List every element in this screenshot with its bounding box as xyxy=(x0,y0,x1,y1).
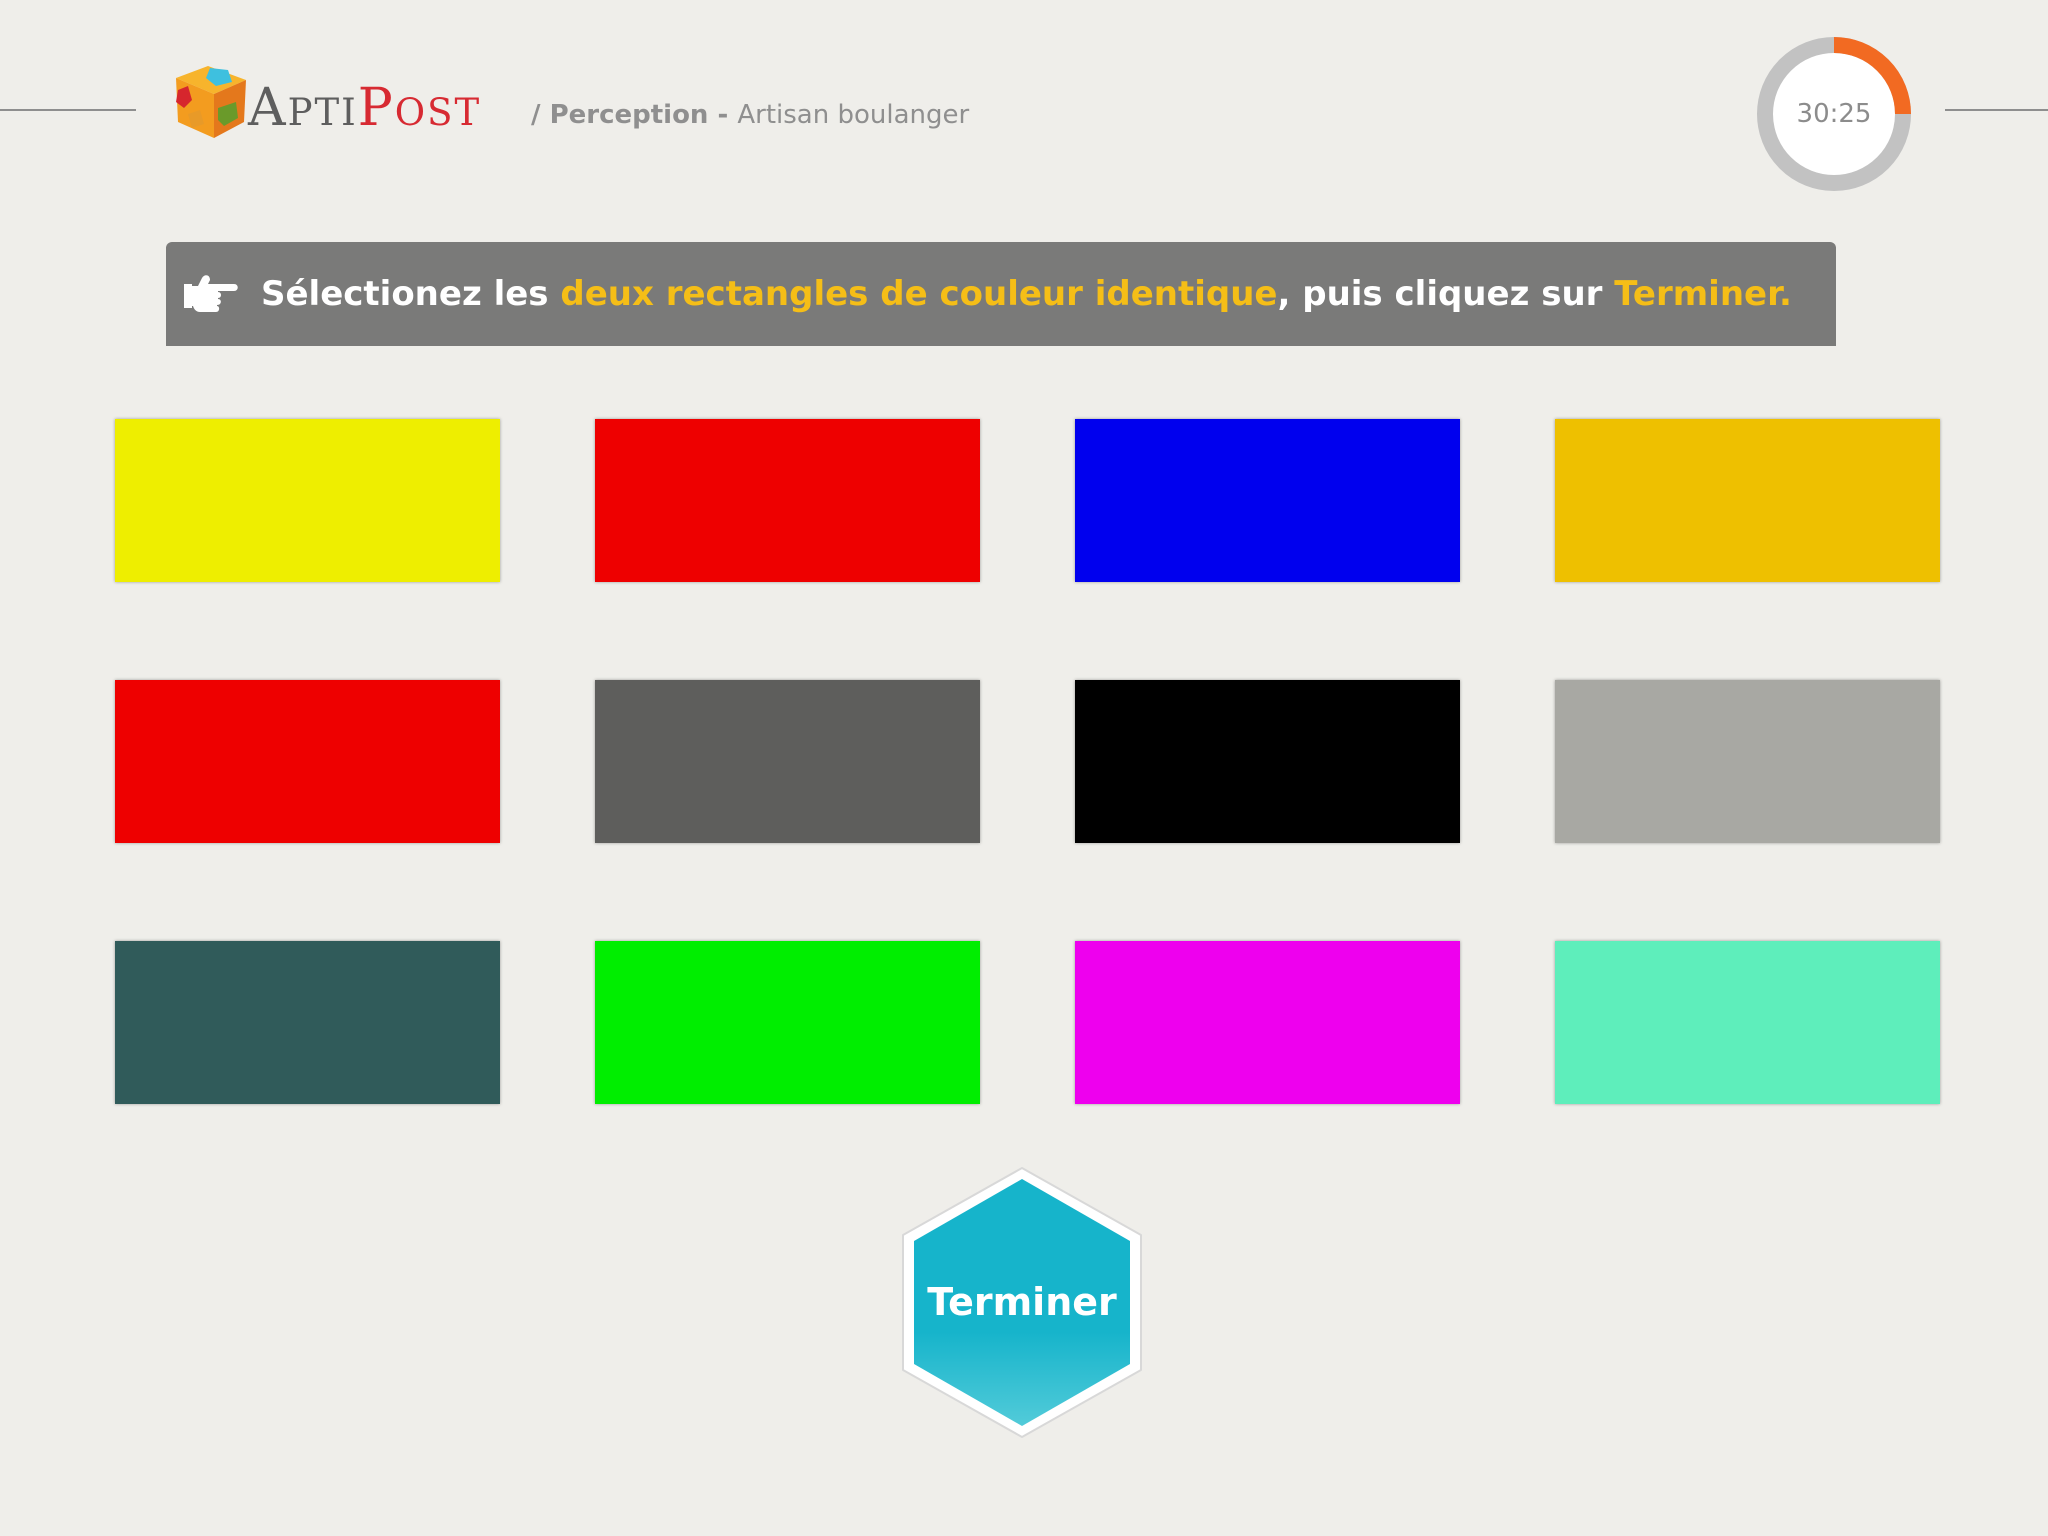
instruction-highlight: deux rectangles de couleur identique xyxy=(560,274,1278,314)
color-swatch-r1-c1[interactable] xyxy=(115,419,500,582)
color-swatch-r1-c4[interactable] xyxy=(1555,419,1940,582)
logo-wordmark: APTIPOST xyxy=(248,78,482,138)
color-swatch-r2-c1[interactable] xyxy=(115,680,500,843)
color-swatch-r2-c3[interactable] xyxy=(1075,680,1460,843)
aptipost-logo: APTIPOST xyxy=(166,56,496,142)
instruction-highlight: Terminer. xyxy=(1614,274,1792,314)
color-swatch-r1-c2[interactable] xyxy=(595,419,980,582)
breadcrumb-section: Perception xyxy=(549,100,709,130)
countdown-timer: 30:25 xyxy=(1756,36,1912,192)
color-swatch-r2-c2[interactable] xyxy=(595,680,980,843)
header-divider-right xyxy=(1945,109,2048,111)
instruction-banner: Sélectionez les deux rectangles de coule… xyxy=(166,242,1836,346)
color-swatch-r3-c3[interactable] xyxy=(1075,941,1460,1104)
color-swatch-r2-c4[interactable] xyxy=(1555,680,1940,843)
terminer-button[interactable]: Terminer xyxy=(900,1165,1144,1440)
instruction-part: Sélectionez les xyxy=(261,274,561,314)
color-swatch-r3-c2[interactable] xyxy=(595,941,980,1104)
timer-label: 30:25 xyxy=(1796,99,1872,129)
puzzle-cube-icon xyxy=(176,66,246,138)
terminer-label: Terminer xyxy=(927,1280,1117,1324)
breadcrumb: / Perception - Artisan boulanger xyxy=(531,100,970,130)
breadcrumb-page: Artisan boulanger xyxy=(737,100,970,130)
color-swatch-r3-c4[interactable] xyxy=(1555,941,1940,1104)
header-divider-left xyxy=(0,109,136,111)
instruction-text: Sélectionez les deux rectangles de coule… xyxy=(261,242,1792,346)
pointing-hand-icon xyxy=(184,275,238,312)
color-swatch-r3-c1[interactable] xyxy=(115,941,500,1104)
color-swatch-r1-c3[interactable] xyxy=(1075,419,1460,582)
instruction-part: , puis cliquez sur xyxy=(1277,274,1615,314)
